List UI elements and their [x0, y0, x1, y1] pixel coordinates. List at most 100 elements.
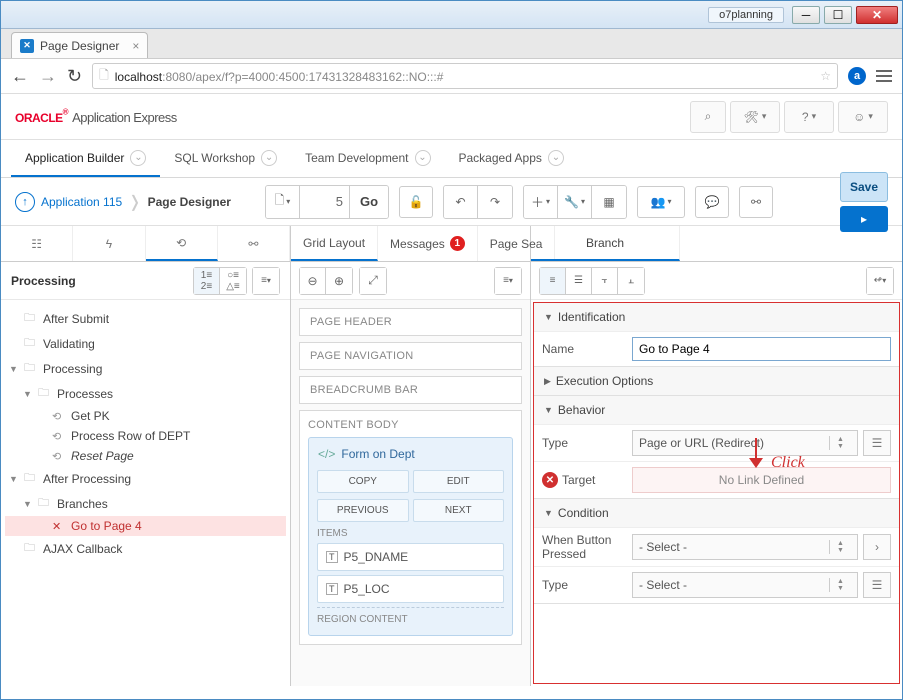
go-button[interactable]: Go	[350, 186, 388, 218]
window-close-button[interactable]: ✕	[856, 6, 898, 24]
region-form-on-dept[interactable]: </>Form on Dept COPYEDIT PREVIOUSNEXT IT…	[308, 437, 513, 636]
tree-icon: ☷	[31, 237, 42, 251]
window-maximize-button[interactable]: ☐	[824, 6, 852, 24]
label-target: Target	[562, 473, 632, 487]
section-page-header[interactable]: PAGE HEADER	[299, 308, 522, 336]
zoom-out-icon: ⊖	[307, 274, 317, 288]
tree-node-process-row[interactable]: ⟲Process Row of DEPT	[5, 426, 286, 446]
section-breadcrumb[interactable]: BREADCRUMB BAR	[299, 376, 522, 404]
tree-node-branches[interactable]: ▼🗀Branches	[5, 491, 286, 516]
view-mode-2-button[interactable]: ☰	[566, 268, 592, 294]
section-condition[interactable]: ▼Condition	[534, 499, 899, 527]
tree-node-processes[interactable]: ▼🗀Processes	[5, 381, 286, 406]
account-button[interactable]: ☺▾	[838, 101, 888, 133]
tree-node-get-pk[interactable]: ⟲Get PK	[5, 406, 286, 426]
admin-button[interactable]: 🛠▾	[730, 101, 780, 133]
extension-icon[interactable]: a	[848, 67, 866, 85]
view-mode-4-button[interactable]: ⫠	[618, 268, 644, 294]
expand-layout-button[interactable]: ⤢	[360, 268, 386, 294]
target-button[interactable]: No Link Defined	[632, 467, 891, 493]
menu-packaged-apps[interactable]: Packaged Apps⌄	[445, 140, 578, 177]
page-number-input[interactable]	[300, 186, 350, 218]
menu-app-builder[interactable]: Application Builder⌄	[11, 140, 160, 177]
prop-menu-button[interactable]: ↫▾	[867, 268, 893, 294]
view-mode-3-button[interactable]: ⫟	[592, 268, 618, 294]
browser-nav-bar: ← → ↻ 🗋 localhost:8080/apex/f?p=4000:450…	[1, 59, 902, 94]
tab-dynamic[interactable]: ϟ	[73, 226, 145, 261]
tree-node-validating[interactable]: 🗀Validating	[5, 331, 286, 356]
tab-processing[interactable]: ⟲	[146, 226, 218, 261]
tree-node-processing[interactable]: ▼🗀Processing	[5, 356, 286, 381]
select-type[interactable]: Page or URL (Redirect)▲▼	[632, 430, 858, 456]
utilities-button[interactable]: 🔧▾	[558, 186, 592, 218]
lock-button[interactable]: 🔓	[399, 186, 433, 218]
bookmark-icon[interactable]: ☆	[820, 69, 831, 83]
input-name[interactable]	[632, 337, 891, 361]
nav-forward-icon: →	[39, 66, 57, 87]
right-pane: Branch ≡ ☰ ⫟ ⫠ ↫▾ ▼Identification Name ▶…	[531, 226, 902, 686]
breadcrumb-app[interactable]: Application 115	[41, 195, 122, 209]
browser-tab[interactable]: ✕ Page Designer ×	[11, 32, 148, 58]
item-p5-loc[interactable]: TP5_LOC	[317, 575, 504, 603]
search-button[interactable]: ⌕	[690, 101, 726, 133]
url-bar[interactable]: 🗋 localhost:8080/apex/f?p=4000:4500:1743…	[92, 63, 838, 89]
create-button[interactable]: ＋▾	[524, 186, 558, 218]
nav-reload-icon[interactable]: ↻	[67, 66, 82, 87]
folder-icon: 🗀	[24, 539, 38, 558]
page-lock-button[interactable]: 🗋▾	[266, 186, 300, 218]
undo-button[interactable]: ↶	[444, 186, 478, 218]
bolt-icon: ϟ	[106, 237, 112, 251]
tree-node-reset-page[interactable]: ⟲Reset Page	[5, 446, 286, 466]
tab-messages[interactable]: Messages1	[378, 226, 478, 261]
layout-menu-button[interactable]: ≡▾	[495, 268, 521, 294]
section-execution[interactable]: ▶Execution Options	[534, 367, 899, 395]
window-minimize-button[interactable]: ─	[792, 6, 820, 24]
cond-list-button[interactable]: ☰	[863, 572, 891, 598]
up-icon[interactable]: ↑	[15, 192, 35, 212]
nav-back-icon[interactable]: ←	[11, 66, 29, 87]
tab-branch[interactable]: Branch	[531, 226, 680, 261]
save-button[interactable]: Save	[840, 172, 888, 202]
url-text: localhost:8080/apex/f?p=4000:4500:174313…	[115, 68, 814, 84]
section-behavior[interactable]: ▼Behavior	[534, 396, 899, 424]
tree-node-after-submit[interactable]: 🗀After Submit	[5, 306, 286, 331]
tab-close-icon[interactable]: ×	[132, 39, 139, 53]
redo-button[interactable]: ↷	[478, 186, 512, 218]
layout-btn-prev[interactable]: PREVIOUS	[317, 499, 409, 522]
team-button[interactable]: 👥▾	[637, 186, 685, 218]
layout-btn-edit[interactable]: EDIT	[413, 470, 505, 493]
zoom-out-button[interactable]: ⊖	[300, 268, 326, 294]
tree-node-ajax[interactable]: 🗀AJAX Callback	[5, 536, 286, 561]
tab-rendering[interactable]: ☷	[1, 226, 73, 261]
layout-btn-copy[interactable]: COPY	[317, 470, 409, 493]
menu-sql-workshop[interactable]: SQL Workshop⌄	[160, 140, 291, 177]
sort-seq-button[interactable]: 1≡2≡	[194, 268, 220, 294]
layout-btn-next[interactable]: NEXT	[413, 499, 505, 522]
expand-button[interactable]: ≡▾	[253, 268, 279, 294]
tree-node-goto-page4[interactable]: ✕Go to Page 4	[5, 516, 286, 536]
menu-team-dev[interactable]: Team Development⌄	[291, 140, 444, 177]
type-list-button[interactable]: ☰	[863, 430, 891, 456]
comment-button[interactable]: 💬	[695, 186, 729, 218]
wrench-icon: 🛠	[744, 110, 759, 124]
zoom-in-button[interactable]: ⊕	[326, 268, 352, 294]
tree-node-after-processing[interactable]: ▼🗀After Processing	[5, 466, 286, 491]
select-when-button[interactable]: - Select -▲▼	[632, 534, 858, 560]
main-menu: Application Builder⌄ SQL Workshop⌄ Team …	[1, 140, 902, 178]
when-next-button[interactable]: ›	[863, 534, 891, 560]
section-page-nav[interactable]: PAGE NAVIGATION	[299, 342, 522, 370]
select-cond-type[interactable]: - Select -▲▼	[632, 572, 858, 598]
layout-button[interactable]: ▦	[592, 186, 626, 218]
browser-menu-icon[interactable]	[876, 70, 892, 82]
label-when-button: When Button Pressed	[542, 533, 632, 561]
sort-type-button[interactable]: ○≡△≡	[220, 268, 246, 294]
view-mode-1-button[interactable]: ≡	[540, 268, 566, 294]
folder-icon: 🗀	[24, 469, 38, 488]
shared-button[interactable]: ⚯	[739, 186, 773, 218]
tab-grid-layout[interactable]: Grid Layout	[291, 226, 378, 261]
section-identification[interactable]: ▼Identification	[534, 303, 899, 331]
comment-icon: 💬	[705, 195, 720, 209]
tab-shared[interactable]: ⚯	[218, 226, 290, 261]
item-p5-dname[interactable]: TP5_DNAME	[317, 543, 504, 571]
help-button[interactable]: ?▾	[784, 101, 834, 133]
